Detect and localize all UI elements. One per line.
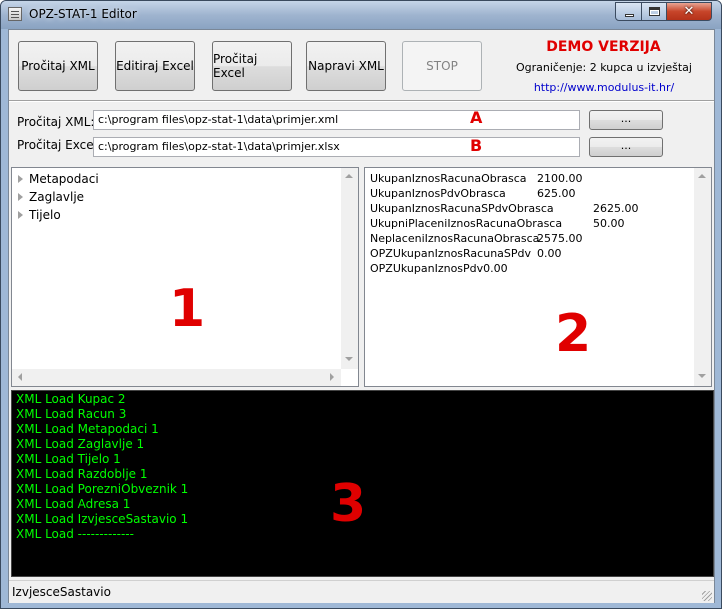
- title-bar[interactable]: OPZ-STAT-1 Editor ✕: [1, 1, 721, 29]
- scroll-down-icon[interactable]: [345, 357, 353, 361]
- close-button[interactable]: ✕: [666, 2, 712, 21]
- tree-node-metapodaci[interactable]: Metapodaci: [18, 172, 99, 186]
- app-icon[interactable]: [8, 7, 22, 21]
- detail-name: OPZUkupanIznosPdv0.00: [370, 262, 508, 275]
- close-icon: ✕: [683, 4, 695, 19]
- edit-excel-button[interactable]: Editiraj Excel: [115, 41, 195, 91]
- details-vertical-scrollbar[interactable]: [694, 168, 711, 386]
- log-line: XML Load Racun 3: [16, 407, 127, 421]
- status-bar: IzvjesceSastavio: [9, 580, 714, 603]
- demo-title: DEMO VERZIJA: [546, 39, 661, 55]
- log-line: XML Load Tijelo 1: [16, 452, 121, 466]
- tree-node-label: Zaglavlje: [29, 190, 85, 204]
- log-line: XML Load Adresa 1: [16, 497, 131, 511]
- xml-tree-view[interactable]: Metapodaci Zaglavlje Tijelo 1: [11, 167, 359, 387]
- xml-marker-label: A: [470, 108, 483, 127]
- log-line: XML Load -------------: [16, 527, 134, 541]
- detail-name: UkupanIznosRacunaSPdvObrasca: [370, 202, 554, 215]
- expand-arrow-icon[interactable]: [18, 193, 23, 201]
- minimize-button[interactable]: [615, 2, 642, 21]
- window-title: OPZ-STAT-1 Editor: [29, 7, 137, 21]
- detail-name: UkupanIznosPdvObrasca: [370, 187, 506, 200]
- log-line: XML Load Razdoblje 1: [16, 467, 148, 481]
- demo-limit-text: Ograničenje: 2 kupca u izvještaj: [516, 61, 692, 74]
- tree-node-label: Metapodaci: [29, 172, 99, 186]
- read-excel-button[interactable]: Pročitaj Excel: [212, 41, 292, 91]
- create-xml-button[interactable]: Napravi XML: [306, 41, 386, 91]
- tree-node-zaglavlje[interactable]: Zaglavlje: [18, 190, 84, 204]
- status-text: IzvjesceSastavio: [12, 585, 111, 599]
- excel-path-field[interactable]: c:\program files\opz-stat-1\data\primjer…: [93, 137, 580, 157]
- scroll-up-icon[interactable]: [345, 174, 353, 178]
- website-link[interactable]: http://www.modulus-it.hr/: [509, 81, 699, 94]
- browse-excel-button[interactable]: ...: [589, 137, 663, 157]
- detail-value: 50.00: [593, 217, 625, 230]
- resize-grip-icon[interactable]: [702, 591, 712, 601]
- detail-name: UkupniPlaceniIznosRacunaObrasca: [370, 217, 563, 230]
- excel-path-label: Pročitaj Excel:: [17, 138, 102, 152]
- maximize-button[interactable]: [641, 2, 667, 21]
- log-console[interactable]: XML Load Kupac 2 XML Load Racun 3 XML Lo…: [11, 390, 714, 577]
- detail-name: UkupanIznosRacunaObrasca: [370, 172, 527, 185]
- excel-marker-label: B: [470, 136, 483, 155]
- tree-node-tijelo[interactable]: Tijelo: [18, 208, 61, 222]
- detail-name: OPZUkupanIznosRacunaSPdv: [370, 247, 532, 260]
- panel-marker-1: 1: [169, 279, 206, 339]
- main-panel: Pročitaj XML Editiraj Excel Pročitaj Exc…: [8, 29, 715, 603]
- log-line: XML Load Kupac 2: [16, 392, 126, 406]
- log-line: XML Load Metapodaci 1: [16, 422, 159, 436]
- log-line: XML Load IzvjesceSastavio 1: [16, 512, 189, 526]
- read-xml-button[interactable]: Pročitaj XML: [18, 41, 98, 91]
- scroll-right-icon[interactable]: [330, 373, 334, 381]
- toolbar-divider: [9, 100, 714, 102]
- scroll-left-icon[interactable]: [18, 373, 22, 381]
- panel-marker-2: 2: [555, 304, 592, 364]
- detail-value: 2100.00: [537, 172, 583, 185]
- detail-value: 0.00: [537, 247, 562, 260]
- detail-value: 625.00: [537, 187, 576, 200]
- detail-value: 2625.00: [593, 202, 639, 215]
- detail-value: 2575.00: [537, 232, 583, 245]
- expand-arrow-icon[interactable]: [18, 211, 23, 219]
- log-line: XML Load PorezniObveznik 1: [16, 482, 189, 496]
- minimize-icon: [625, 14, 634, 17]
- maximize-icon: [649, 7, 660, 16]
- detail-name: NeplaceniIznosRacunaObrasca: [370, 232, 540, 245]
- scroll-up-icon[interactable]: [698, 174, 706, 178]
- browse-xml-button[interactable]: ...: [589, 110, 663, 130]
- xml-path-label: Pročitaj XML:: [17, 115, 95, 129]
- stop-button[interactable]: STOP: [402, 41, 482, 91]
- xml-path-field[interactable]: c:\program files\opz-stat-1\data\primjer…: [93, 110, 580, 130]
- tree-node-label: Tijelo: [29, 208, 61, 222]
- node-details-view[interactable]: UkupanIznosRacunaObrasca 2100.00 UkupanI…: [364, 167, 712, 387]
- app-window: OPZ-STAT-1 Editor ✕ Pročitaj XML Editira…: [0, 0, 722, 609]
- expand-arrow-icon[interactable]: [18, 175, 23, 183]
- tree-horizontal-scrollbar[interactable]: [12, 369, 341, 386]
- tree-vertical-scrollbar[interactable]: [341, 168, 358, 369]
- scroll-down-icon[interactable]: [698, 374, 706, 378]
- log-line: XML Load Zaglavlje 1: [16, 437, 145, 451]
- panel-marker-3: 3: [330, 474, 367, 534]
